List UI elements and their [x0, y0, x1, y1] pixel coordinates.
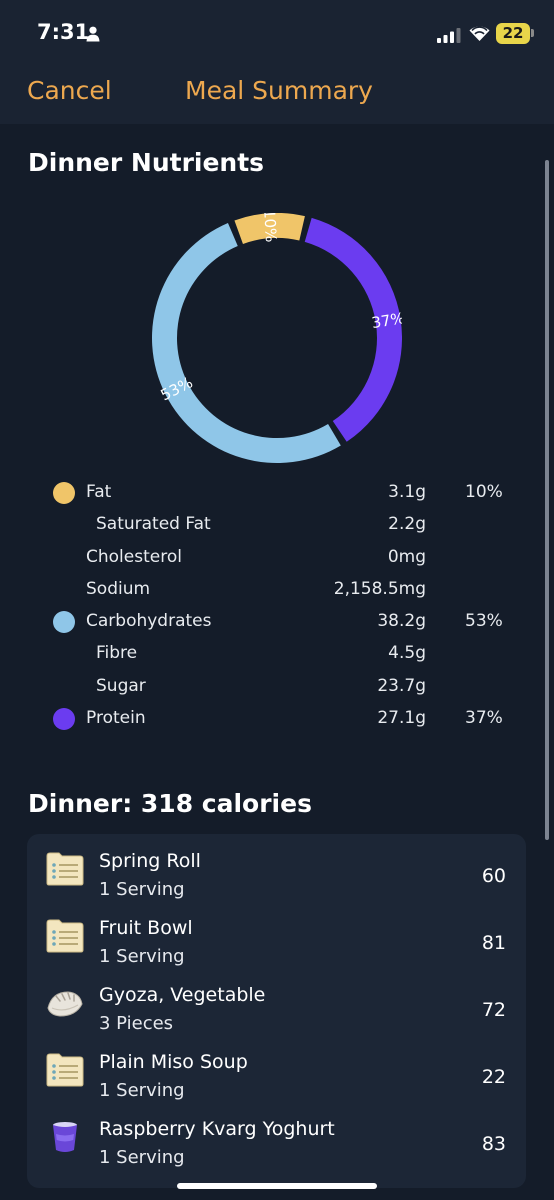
- legend-dot: [53, 708, 75, 731]
- nutrient-amount: 3.1g: [388, 482, 426, 502]
- nutrient-row: Fibre 4.5g: [0, 638, 554, 670]
- nutrient-name: Fat: [86, 482, 112, 502]
- food-calories: 83: [481, 1133, 506, 1155]
- food-item[interactable]: Spring Roll 1 Serving 60: [27, 834, 526, 901]
- food-name: Fruit Bowl: [99, 917, 193, 939]
- page-title: Meal Summary: [185, 76, 373, 105]
- nutrient-row: Cholesterol 0mg: [0, 542, 554, 574]
- food-calories: 22: [481, 1066, 506, 1088]
- nutrient-percent: 10%: [465, 482, 503, 502]
- nutrient-row: Saturated Fat 2.2g: [0, 509, 554, 541]
- food-list: Spring Roll 1 Serving 60 Fruit Bowl 1 Servin…: [27, 834, 526, 1188]
- food-name: Spring Roll: [99, 850, 201, 872]
- battery-cap: [531, 29, 534, 37]
- nutrient-name: Fibre: [96, 643, 138, 664]
- nutrient-name: Protein: [86, 708, 146, 729]
- list-icon: [46, 852, 84, 886]
- food-serving: 1 Serving: [99, 1080, 185, 1101]
- food-item[interactable]: Raspberry Kvarg Yoghurt 1 Serving 83: [27, 1102, 526, 1169]
- dumpling-icon: [46, 986, 84, 1020]
- legend-dot: [53, 482, 75, 504]
- food-name: Plain Miso Soup: [99, 1051, 248, 1073]
- dinner-heading: Dinner: 318 calories: [28, 789, 312, 818]
- food-item[interactable]: Fruit Bowl 1 Serving 81: [27, 901, 526, 968]
- food-name: Gyoza, Vegetable: [99, 984, 266, 1006]
- nutrient-name: Sugar: [96, 675, 146, 696]
- food-item[interactable]: Plain Miso Soup 1 Serving 22: [27, 1035, 526, 1102]
- nutrient-amount: 27.1g: [377, 708, 426, 729]
- status-time: 7:31: [37, 20, 90, 44]
- nutrient-name: Cholesterol: [86, 546, 182, 567]
- nutrient-name: Saturated Fat: [96, 514, 211, 535]
- legend-dot: [53, 611, 75, 634]
- battery-indicator: 22: [496, 23, 530, 44]
- food-calories: 72: [481, 999, 506, 1021]
- nutrient-name: Sodium: [86, 578, 151, 599]
- status-bar: 7:31 22: [0, 0, 554, 62]
- wifi-icon: [469, 26, 490, 41]
- nutrient-name: Carbohydrates: [86, 611, 212, 632]
- battery-level: 22: [502, 24, 524, 42]
- nutrients-heading: Dinner Nutrients: [28, 148, 265, 177]
- nutrient-amount: 0mg: [387, 546, 426, 567]
- food-calories: 81: [481, 932, 506, 954]
- food-item[interactable]: Gyoza, Vegetable 3 Pieces 72: [27, 968, 526, 1035]
- donut-label-fat: 10%: [260, 213, 280, 243]
- nutrient-amount: 2.2g: [388, 514, 426, 535]
- nutrient-list: Fat 3.1g 10% Saturated Fat 2.2g Cholesterol 0m…: [0, 477, 554, 735]
- nutrient-amount: 23.7g: [377, 675, 426, 696]
- cellular-signal-icon: [437, 28, 461, 43]
- person-icon: [86, 26, 100, 42]
- nutrient-row: Sugar 23.7g: [0, 671, 554, 703]
- food-serving: 3 Pieces: [99, 1013, 174, 1034]
- nutrient-amount: 2,158.5mg: [333, 578, 426, 599]
- nutrient-donut-chart: 10%37%53%: [152, 213, 402, 463]
- food-serving: 1 Serving: [99, 1147, 185, 1168]
- food-serving: 1 Serving: [99, 946, 185, 967]
- nutrient-amount: 4.5g: [388, 643, 426, 664]
- nutrient-row: Sodium 2,158.5mg: [0, 574, 554, 606]
- nutrient-row: Fat 3.1g 10%: [0, 477, 554, 509]
- cancel-button[interactable]: Cancel: [27, 76, 112, 105]
- home-indicator[interactable]: [177, 1183, 377, 1189]
- nav-bar: Cancel Meal Summary: [0, 62, 554, 124]
- nutrient-percent: 37%: [465, 708, 503, 729]
- nutrient-row: Protein 27.1g 37%: [0, 703, 554, 735]
- donut-slice-carbohydrates: [152, 223, 341, 463]
- nutrient-percent: 53%: [465, 611, 503, 632]
- list-icon: [46, 1053, 84, 1087]
- food-name: Raspberry Kvarg Yoghurt: [99, 1118, 335, 1140]
- list-icon: [46, 919, 84, 953]
- nutrient-amount: 38.2g: [377, 611, 426, 632]
- food-serving: 1 Serving: [99, 879, 185, 900]
- nutrient-row: Carbohydrates 38.2g 53%: [0, 606, 554, 638]
- yoghurt-cup-icon: [46, 1120, 84, 1154]
- food-calories: 60: [481, 865, 506, 887]
